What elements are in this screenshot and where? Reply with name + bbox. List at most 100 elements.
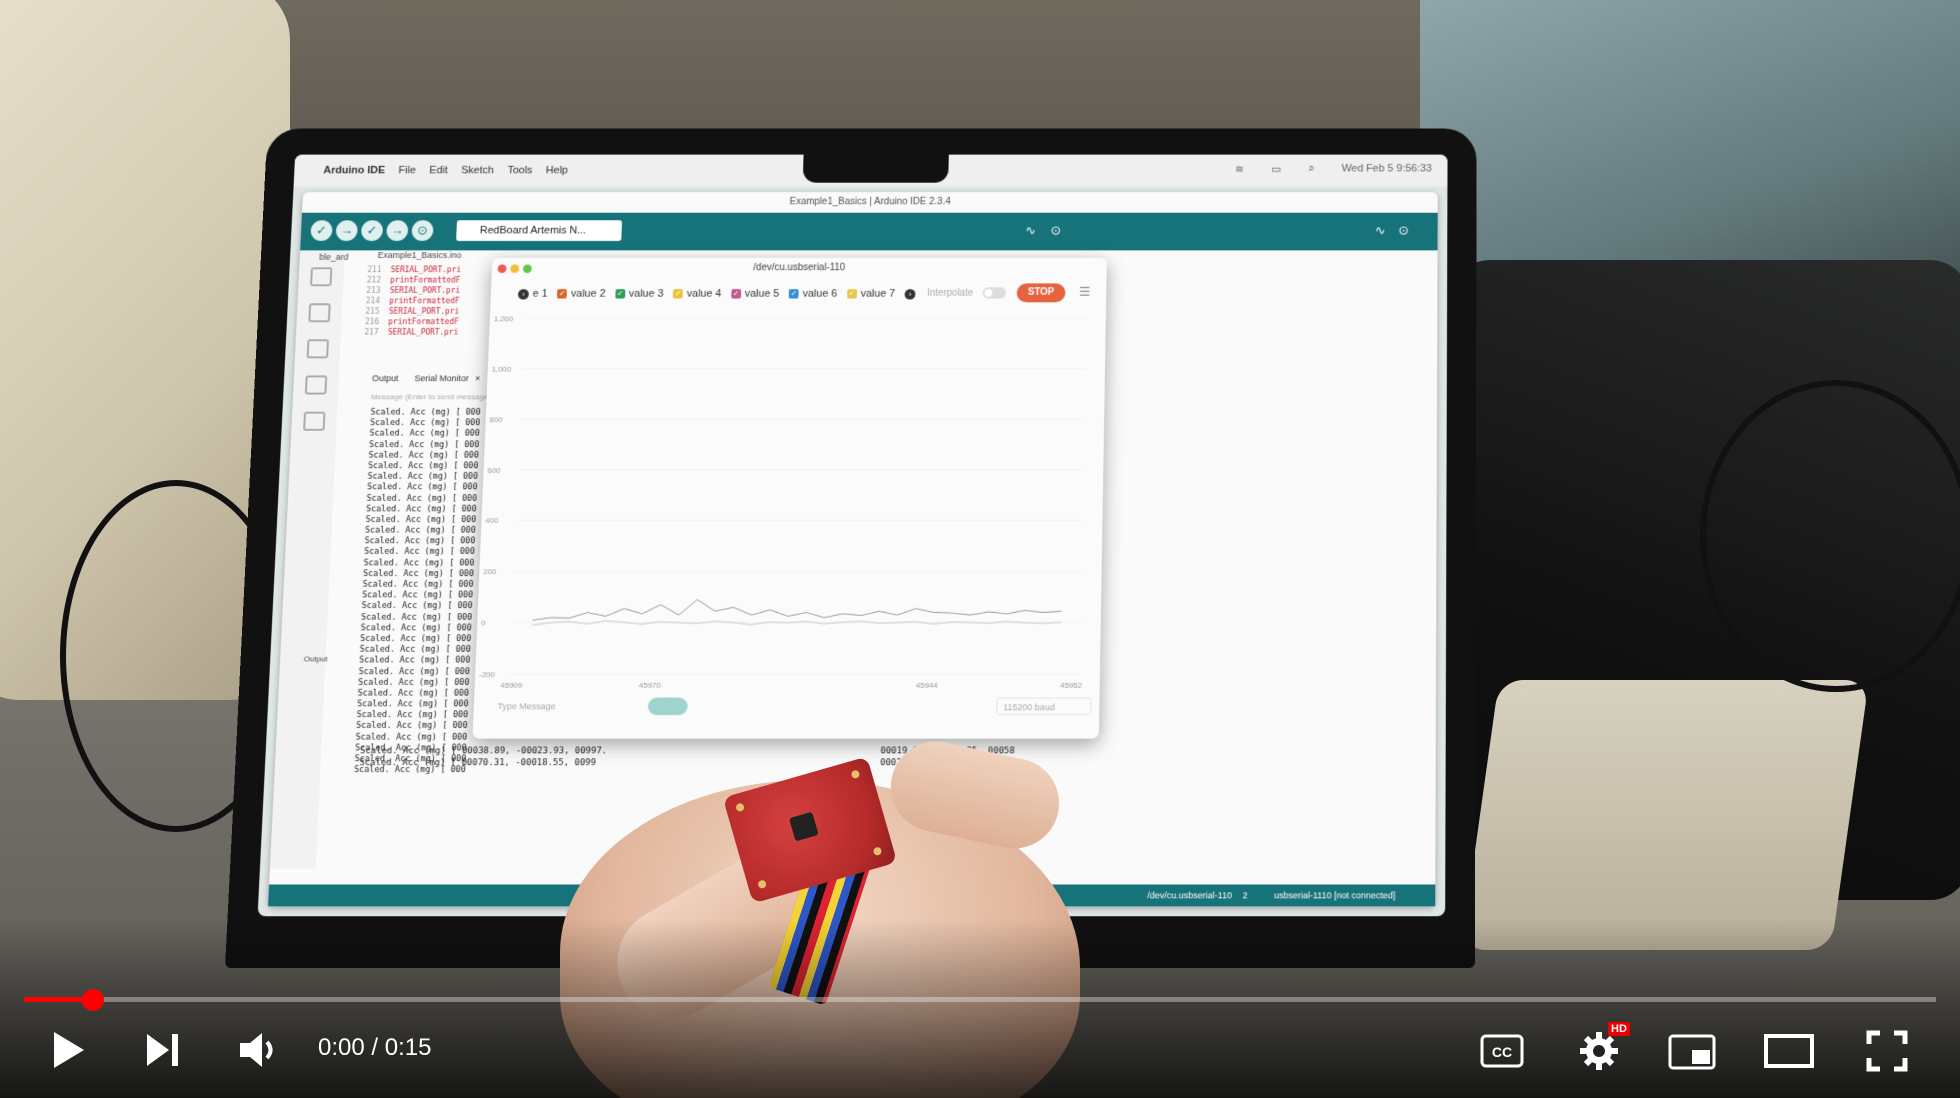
board-name: RedBoard Artemis N...: [479, 224, 587, 237]
plot-area: 1,200 1,000 800 600 400 200 0 -200 45909 45970 459…: [479, 315, 1106, 690]
status-port[interactable]: /dev/cu.usbserial-110: [1147, 890, 1232, 900]
checkbox-icon[interactable]: ✓: [615, 289, 626, 299]
ide-window-title: Example1_Basics | Arduino IDE 2.3.4: [789, 196, 951, 208]
sensor-chip: [788, 811, 819, 842]
code-line: 216 printFormattedF: [364, 317, 459, 327]
debug-button[interactable]: ⊙: [411, 220, 434, 241]
checkbox-icon[interactable]: ✓: [846, 289, 857, 299]
solder-pad: [735, 802, 746, 813]
video-frame[interactable]: Arduino IDE File Edit Sketch Tools Help …: [0, 0, 1960, 1098]
legend-item[interactable]: ✓ value 7: [846, 288, 895, 299]
legend-item[interactable]: e 1: [532, 288, 547, 299]
series-line: [533, 600, 1062, 620]
legend-next-icon[interactable]: ›: [904, 288, 916, 300]
desk-pad: [1461, 680, 1869, 950]
menu-file[interactable]: File: [398, 165, 416, 176]
plotter-title: /dev/cu.usbserial-110: [753, 262, 846, 274]
menu-help[interactable]: Help: [546, 165, 568, 176]
file-tab[interactable]: Example1_Basics.ino: [377, 250, 461, 259]
y-tick-label: 200: [483, 567, 497, 576]
legend-item[interactable]: ✓ value 2: [557, 288, 606, 299]
x-tick-label: 45909: [500, 681, 522, 690]
x-tick-label: 45944: [916, 681, 939, 690]
tab-output[interactable]: Output: [372, 374, 399, 384]
legend-item[interactable]: ✓ value 5: [730, 288, 779, 299]
legend-item[interactable]: ✓ value 6: [788, 288, 837, 299]
captions-icon[interactable]: CC: [1480, 1034, 1524, 1068]
code-line: 217 SERIAL_PORT.pri: [364, 327, 459, 337]
serial-monitor-icon-2[interactable]: ⊙: [1393, 220, 1414, 241]
progress-scrubber[interactable]: [81, 989, 104, 1011]
debug-icon[interactable]: [304, 375, 328, 395]
upload-button[interactable]: →: [335, 220, 358, 241]
code-line: 215 SERIAL_PORT.pri: [365, 307, 460, 316]
interpolate-toggle[interactable]: [982, 287, 1007, 299]
legend-prev-icon[interactable]: ‹: [517, 288, 530, 300]
boards-icon[interactable]: [308, 303, 331, 323]
code-line: 214 printFormattedF: [365, 296, 460, 306]
wifi-icon[interactable]: ≋: [1235, 163, 1244, 175]
notification-count[interactable]: 2: [1242, 890, 1247, 900]
status-tray: ≋ ▭ ⌕ Wed Feb 5 9:56:33: [1221, 163, 1432, 175]
menu-app-name[interactable]: Arduino IDE: [323, 165, 385, 176]
ide-sidebar: [269, 250, 345, 869]
plotter-legend: ‹ e 1 ✓ value 2 ✓ value 3 ✓ value 4 ✓ value …: [517, 288, 920, 300]
solder-pad: [757, 879, 768, 890]
fullscreen-icon[interactable]: [1866, 1030, 1908, 1072]
legend-item[interactable]: ✓ value 3: [615, 288, 664, 299]
send-button[interactable]: [647, 697, 688, 716]
tab-serial-monitor[interactable]: Serial Monitor: [414, 374, 469, 384]
legend-item[interactable]: ✓ value 4: [673, 288, 722, 299]
miniplayer-icon[interactable]: [1668, 1034, 1716, 1070]
hd-badge: HD: [1608, 1022, 1630, 1036]
player-controls-shade: [0, 920, 1960, 1098]
sidebar-folder[interactable]: ble_ard: [319, 252, 349, 261]
x-tick-label: 45970: [639, 681, 662, 690]
verify-button[interactable]: ✓: [310, 220, 333, 241]
play-icon[interactable]: [48, 1030, 88, 1070]
search-icon[interactable]: [303, 411, 326, 431]
upload-button-2[interactable]: →: [386, 220, 409, 241]
checkbox-icon[interactable]: ✓: [730, 289, 742, 299]
serial-monitor-icon[interactable]: ⊙: [1045, 220, 1067, 241]
menu-tools[interactable]: Tools: [507, 165, 532, 176]
output-label[interactable]: Output: [304, 655, 328, 664]
next-icon[interactable]: [145, 1032, 181, 1068]
library-icon[interactable]: [306, 339, 329, 359]
clock[interactable]: Wed Feb 5 9:56:33: [1341, 163, 1432, 175]
battery-icon[interactable]: ▭: [1271, 163, 1281, 175]
board-selector[interactable]: RedBoard Artemis N...: [456, 220, 623, 241]
volume-icon[interactable]: [238, 1030, 280, 1070]
serial-plotter-icon[interactable]: ∿: [1020, 220, 1042, 241]
menu-edit[interactable]: Edit: [429, 165, 448, 176]
code-editor[interactable]: 211 SERIAL_PORT.pri 212 printFormattedF 21…: [363, 265, 504, 369]
close-icon[interactable]: ×: [475, 374, 481, 384]
code-line: 213 SERIAL_PORT.pri: [366, 286, 461, 295]
theater-mode-icon[interactable]: [1764, 1034, 1814, 1068]
cable: [1700, 380, 1960, 692]
ide-toolbar: ✓ → ✓ → ⊙ RedBoard Artemis N... ∿ ⊙ ∿ ⊙: [300, 212, 1438, 251]
x-tick-label: 45952: [1060, 681, 1082, 690]
type-message-input[interactable]: Type Message: [497, 698, 636, 716]
y-tick-label: 1,200: [494, 315, 514, 324]
code-line: 212 printFormattedF: [366, 275, 461, 285]
menu-icon[interactable]: ☰: [1079, 284, 1093, 298]
serial-plotter-icon-2[interactable]: ∿: [1370, 220, 1391, 241]
folder-icon[interactable]: [310, 267, 333, 287]
status-port-2[interactable]: usbserial-1110 [not connected]: [1274, 890, 1395, 900]
checkbox-icon[interactable]: ✓: [788, 289, 799, 299]
stop-button[interactable]: STOP: [1016, 283, 1066, 303]
checkbox-icon[interactable]: ✓: [673, 289, 684, 299]
baud-select[interactable]: 115200 baud: [996, 697, 1092, 716]
verify-button-2[interactable]: ✓: [360, 220, 384, 241]
settings-gear-icon[interactable]: [1578, 1030, 1620, 1072]
y-tick-label: 1,000: [491, 365, 512, 374]
message-input[interactable]: Message (Enter to send message: [371, 393, 488, 402]
y-tick-label: 600: [487, 466, 501, 475]
search-icon[interactable]: ⌕: [1308, 163, 1314, 175]
progress-bar[interactable]: [24, 989, 1936, 1011]
checkbox-icon[interactable]: ✓: [557, 289, 568, 299]
plotter-message-bar: Type Message 115200 baud: [489, 692, 1092, 719]
solder-pad: [872, 846, 883, 857]
menu-sketch[interactable]: Sketch: [461, 165, 494, 176]
